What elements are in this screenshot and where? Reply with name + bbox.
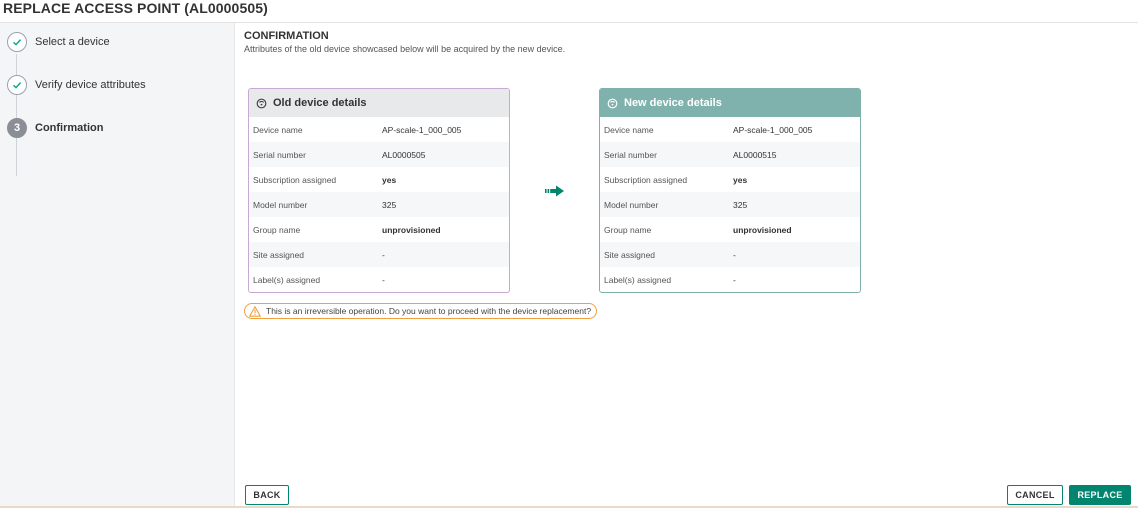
attribute-key: Group name [604,224,652,235]
attribute-row: Device name AP-scale-1_000_005 [249,117,509,142]
attribute-value: unprovisioned [733,224,792,235]
attribute-row: Serial number AL0000505 [249,142,509,167]
attribute-key: Group name [253,224,301,235]
warning-text: This is an irreversible operation. Do yo… [266,306,592,316]
attribute-key: Site assigned [604,249,656,260]
attribute-row: Subscription assigned yes [600,167,860,192]
old-device-card: Old device details Device name AP-scale-1… [248,88,510,293]
attribute-value: unprovisioned [382,224,441,235]
attribute-value: 325 [733,199,748,210]
attribute-key: Subscription assigned [604,174,688,185]
step-confirmation[interactable]: 3 Confirmation [7,118,103,138]
new-device-attributes: Device name AP-scale-1_000_005 Serial num… [600,117,860,292]
attribute-key: Subscription assigned [253,174,337,185]
transfer-arrow-icon [545,184,565,197]
attribute-row: Model number 325 [600,192,860,217]
attribute-key: Model number [604,199,659,210]
attribute-value: AL0000515 [733,149,777,160]
attribute-row: Label(s) assigned - [600,267,860,292]
attribute-key: Device name [253,124,303,135]
step-label: Verify device attributes [35,79,146,91]
warning-icon [248,305,262,317]
attribute-value: AP-scale-1_000_005 [733,124,813,135]
attribute-key: Label(s) assigned [253,274,321,285]
section-title: CONFIRMATION [244,30,329,42]
attribute-value: yes [382,174,397,185]
access-point-icon [607,98,618,109]
attribute-row: Group name unprovisioned [600,217,860,242]
section-description: Attributes of the old device showcased b… [244,44,566,54]
irreversible-warning: This is an irreversible operation. Do yo… [244,303,598,319]
step-select-device[interactable]: Select a device [7,32,110,52]
new-device-card: New device details Device name AP-scale-1… [599,88,861,293]
dialog-title: REPLACE ACCESS POINT (AL0000505) [3,0,268,16]
step-number-badge: 3 [7,118,27,138]
access-point-icon [256,98,267,109]
old-device-attributes: Device name AP-scale-1_000_005 Serial num… [249,117,509,292]
attribute-key: Site assigned [253,249,305,260]
attribute-row: Group name unprovisioned [249,217,509,242]
attribute-row: Site assigned - [249,242,509,267]
attribute-key: Device name [604,124,654,135]
checkmark-icon [7,32,27,52]
new-device-card-header: New device details [600,89,860,117]
attribute-value: AL0000505 [382,149,426,160]
attribute-row: Site assigned - [600,242,860,267]
step-label: Confirmation [35,122,104,134]
attribute-value: 325 [382,199,397,210]
old-device-card-title: Old device details [273,97,367,109]
attribute-key: Serial number [253,149,306,160]
stepper-line [16,54,17,176]
attribute-row: Subscription assigned yes [249,167,509,192]
cancel-button[interactable]: CANCEL [1007,485,1063,505]
step-label: Select a device [35,36,110,48]
attribute-row: Serial number AL0000515 [600,142,860,167]
step-verify-attributes[interactable]: Verify device attributes [7,75,146,95]
stepper-sidebar: Select a device Verify device attributes… [0,23,235,508]
attribute-value: - [382,274,385,285]
checkmark-icon [7,75,27,95]
old-device-card-header: Old device details [249,89,509,117]
attribute-key: Model number [253,199,308,210]
back-button[interactable]: BACK [245,485,289,505]
attribute-row: Model number 325 [249,192,509,217]
attribute-value: yes [733,174,748,185]
replace-button[interactable]: REPLACE [1069,485,1131,505]
attribute-key: Label(s) assigned [604,274,672,285]
attribute-value: AP-scale-1_000_005 [382,124,462,135]
attribute-row: Device name AP-scale-1_000_005 [600,117,860,142]
attribute-key: Serial number [604,149,657,160]
attribute-row: Label(s) assigned - [249,267,509,292]
attribute-value: - [733,274,736,285]
attribute-value: - [733,249,736,260]
new-device-card-title: New device details [624,97,722,109]
attribute-value: - [382,249,385,260]
